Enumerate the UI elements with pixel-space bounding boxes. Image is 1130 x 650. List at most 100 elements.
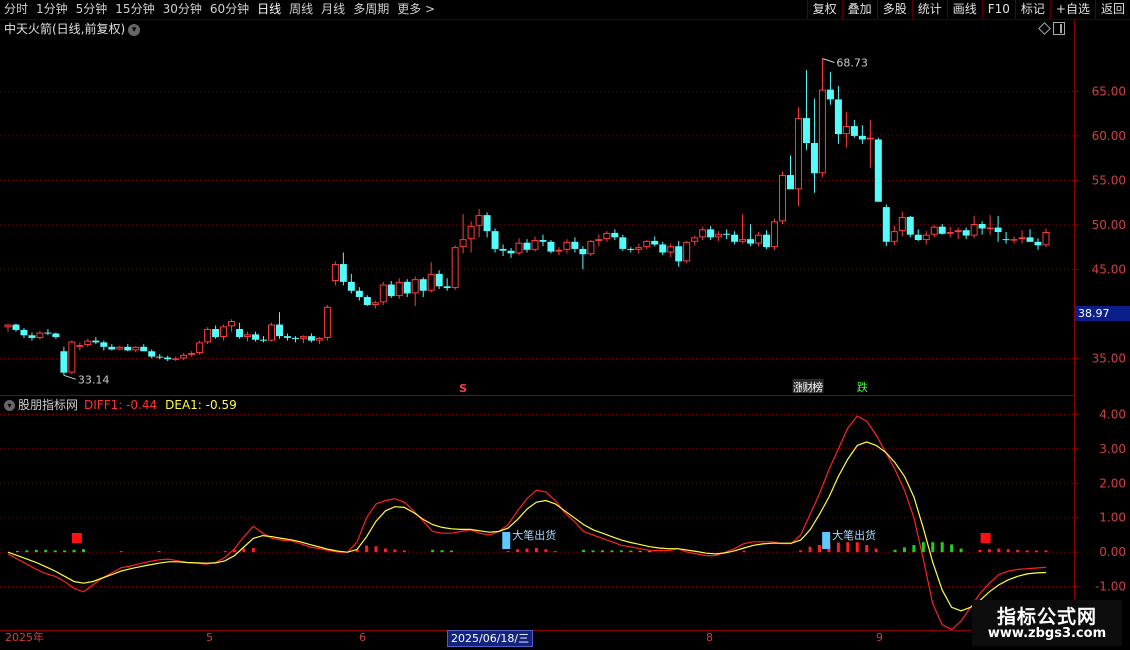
period-tab[interactable]: 30分钟 bbox=[159, 0, 206, 19]
candle-body bbox=[922, 234, 930, 241]
indicator-title[interactable]: ▾ 股朋指标网 DIFF1: -0.44 DEA1: -0.59 bbox=[4, 398, 237, 412]
period-tabs: 分时 1分钟 5分钟 15分钟 30分钟 60分钟 日线 周线 月线 多周期 更多 > bbox=[0, 0, 439, 19]
histogram-bar bbox=[799, 550, 803, 553]
diff-value-label: DIFF1: -0.44 bbox=[84, 398, 158, 412]
toolbar-button[interactable]: 复权 bbox=[806, 0, 842, 19]
x-axis-label: 8 bbox=[706, 631, 713, 644]
histogram-bar bbox=[997, 548, 1001, 553]
histogram-bar bbox=[808, 546, 812, 553]
period-tab[interactable]: 5分钟 bbox=[72, 0, 112, 19]
watermark: 指标公式网 www.zbgs3.com bbox=[972, 600, 1122, 646]
period-tab[interactable]: 月线 bbox=[317, 0, 349, 19]
price-tick-label: 45.00 bbox=[1092, 262, 1126, 276]
toolbar-button[interactable]: 标记 bbox=[1014, 0, 1050, 19]
period-tab[interactable]: 分时 bbox=[0, 0, 32, 19]
candle-body bbox=[1002, 239, 1010, 241]
histogram-bar bbox=[157, 550, 161, 553]
toolbar-button[interactable]: F10 bbox=[981, 0, 1015, 19]
x-axis-line bbox=[0, 630, 1074, 631]
candle-body bbox=[68, 341, 76, 373]
period-tab[interactable]: 周线 bbox=[285, 0, 317, 19]
candle-body bbox=[699, 229, 707, 238]
candle-body bbox=[938, 226, 946, 234]
histogram-bar bbox=[950, 544, 954, 553]
candle-body bbox=[802, 118, 810, 144]
candle-body bbox=[826, 89, 834, 100]
panel-divider bbox=[0, 395, 1074, 396]
current-price-tag: 38.97 bbox=[1075, 306, 1130, 321]
candle-body bbox=[683, 241, 691, 262]
period-tab[interactable]: 60分钟 bbox=[206, 0, 253, 19]
panel-toggle-icon[interactable] bbox=[1053, 22, 1065, 35]
histogram-bar bbox=[440, 550, 444, 553]
candle-body bbox=[371, 302, 379, 305]
candle-body bbox=[108, 346, 116, 350]
candle-body bbox=[435, 273, 443, 287]
candle-body bbox=[531, 240, 539, 250]
histogram-bar bbox=[629, 550, 633, 553]
candle-body bbox=[403, 281, 411, 294]
chevron-down-icon[interactable]: ▾ bbox=[128, 23, 141, 36]
toolbar-button[interactable]: 返回 bbox=[1094, 0, 1130, 19]
period-tab[interactable]: 更多 > bbox=[393, 0, 439, 19]
indicator-tick-label: 2.00 bbox=[1099, 476, 1126, 490]
histogram-bar bbox=[648, 550, 652, 553]
candle-body bbox=[731, 234, 739, 242]
candle-body bbox=[291, 337, 299, 339]
candle-body bbox=[132, 346, 140, 351]
histogram-bar bbox=[818, 544, 822, 553]
candle-body bbox=[858, 135, 866, 140]
period-tab[interactable]: 1分钟 bbox=[32, 0, 72, 19]
histogram-bar bbox=[81, 549, 85, 553]
toolbar-button[interactable]: 统计 bbox=[911, 0, 947, 19]
histogram-bar bbox=[1025, 550, 1029, 553]
histogram-bar bbox=[742, 550, 746, 553]
toolbar-button[interactable]: +自选 bbox=[1049, 0, 1095, 19]
event-marker: 榜 bbox=[812, 380, 823, 394]
candle-body bbox=[563, 241, 571, 250]
candle-body bbox=[810, 143, 818, 174]
candle-body bbox=[315, 337, 323, 341]
period-tab[interactable]: 多周期 bbox=[349, 0, 393, 19]
event-marker-bg bbox=[802, 379, 815, 393]
candle-body bbox=[491, 231, 499, 249]
price-chart[interactable]: 35.0045.0050.0055.0060.0065.0068.7333.14… bbox=[0, 0, 1130, 650]
signal-bar bbox=[822, 532, 831, 549]
low-price-label: 33.14 bbox=[78, 373, 110, 386]
candle-body bbox=[172, 358, 180, 360]
candle-body bbox=[307, 336, 315, 341]
stock-title[interactable]: 中天火箭(日线,前复权) ▾ bbox=[4, 21, 141, 37]
watermark-title: 指标公式网 bbox=[996, 606, 1097, 628]
period-toolbar: 分时 1分钟 5分钟 15分钟 30分钟 60分钟 日线 周线 月线 多周期 更多 > 复权 叠加 多股… bbox=[0, 0, 1130, 20]
candle-body bbox=[651, 240, 659, 245]
candle-body bbox=[92, 340, 100, 343]
histogram-bar bbox=[1006, 549, 1010, 553]
candle-body bbox=[954, 230, 962, 233]
event-marker-bg bbox=[811, 379, 824, 393]
toolbar-button[interactable]: 画线 bbox=[946, 0, 982, 19]
histogram-bar bbox=[251, 547, 255, 553]
period-tab[interactable]: 15分钟 bbox=[111, 0, 158, 19]
candle-body bbox=[419, 279, 427, 291]
diamond-icon[interactable] bbox=[1038, 22, 1051, 35]
diff-line bbox=[7, 415, 1047, 631]
chevron-down-icon[interactable]: ▾ bbox=[4, 400, 15, 411]
price-tick-label: 65.00 bbox=[1092, 84, 1126, 98]
period-tab[interactable]: 日线 bbox=[253, 0, 285, 19]
toolbar-button[interactable]: 多股 bbox=[876, 0, 912, 19]
watermark-url: www.zbgs3.com bbox=[987, 626, 1107, 641]
candle-body bbox=[643, 240, 651, 248]
histogram-bar bbox=[610, 550, 614, 553]
panel-controls bbox=[1038, 22, 1065, 36]
candle-body bbox=[603, 232, 611, 240]
candle-body bbox=[244, 334, 252, 338]
histogram-bar bbox=[987, 549, 991, 553]
candle-body bbox=[363, 296, 371, 305]
candle-body bbox=[1018, 237, 1026, 240]
toolbar-button[interactable]: 叠加 bbox=[841, 0, 877, 19]
candle-body bbox=[204, 329, 212, 343]
indicator-tick-label: 0.00 bbox=[1099, 545, 1126, 559]
histogram-bar bbox=[940, 542, 944, 553]
candle-body bbox=[236, 329, 244, 338]
histogram-bar bbox=[450, 550, 454, 553]
